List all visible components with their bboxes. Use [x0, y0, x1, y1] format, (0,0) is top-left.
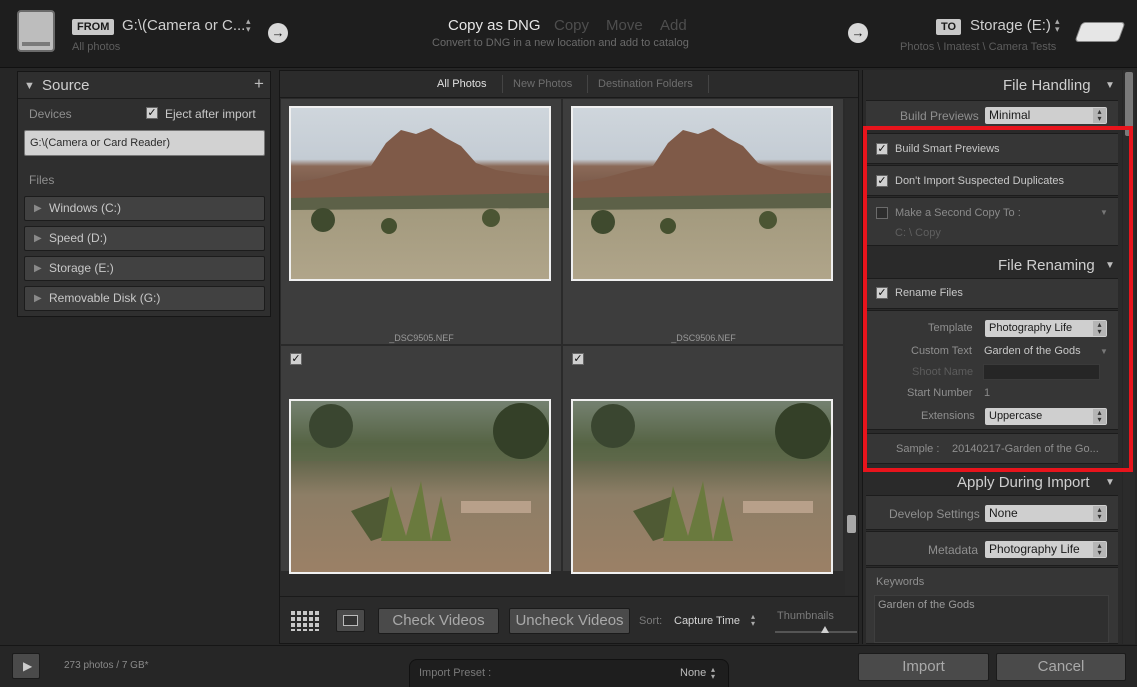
source-panel: ▼ Source + Devices ✓ Eject after import …: [17, 71, 271, 317]
keywords-textarea[interactable]: Garden of the Gods: [874, 595, 1109, 643]
expand-triangle-icon: ▶: [34, 293, 42, 304]
expand-dialog-button[interactable]: ▶: [12, 653, 40, 679]
drive-storage-e[interactable]: ▶ Storage (E:): [24, 256, 265, 281]
loupe-view-icon[interactable]: [336, 609, 365, 632]
add-source-icon[interactable]: +: [254, 74, 264, 94]
metadata-label: Metadata: [928, 543, 979, 557]
to-tag: TO: [936, 19, 962, 35]
hard-drive-icon: [1074, 22, 1126, 42]
develop-settings-label: Develop Settings: [889, 507, 980, 521]
eject-checkbox[interactable]: ✓: [146, 107, 158, 119]
thumbnail-slider-handle[interactable]: [821, 626, 829, 633]
import-header: FROM G:\(Camera or C... ▴ ▾ All photos → …: [0, 0, 1137, 68]
files-label: Files: [29, 173, 55, 187]
sort-updown-icon[interactable]: ▴ ▾: [751, 613, 755, 628]
from-subtitle: All photos: [72, 41, 121, 53]
sort-select[interactable]: Capture Time: [674, 615, 740, 627]
play-triangle-icon: ▶: [23, 659, 33, 673]
expand-triangle-icon: ▶: [34, 263, 42, 274]
import-button[interactable]: Import: [858, 653, 989, 681]
to-destination-select[interactable]: Storage (E:): [970, 17, 1051, 34]
photo-count: 273 photos / 7 GB*: [64, 660, 149, 671]
tab-destination-folders[interactable]: Destination Folders: [598, 78, 693, 90]
source-title: Source: [42, 77, 90, 94]
drive-removable-g[interactable]: ▶ Removable Disk (G:): [24, 286, 265, 311]
check-videos-button[interactable]: Check Videos: [378, 608, 499, 634]
grid-tabs: All Photos New Photos Destination Folder…: [280, 71, 858, 98]
photo-thumbnail[interactable]: [289, 399, 551, 574]
thumbnail-size-slider[interactable]: [775, 631, 857, 633]
photo-thumbnail[interactable]: [571, 399, 833, 574]
photo-grid-area: All Photos New Photos Destination Folder…: [279, 70, 859, 644]
dropdown-updown-icon: ▴ ▾: [1093, 108, 1106, 123]
mode-copy[interactable]: Copy: [554, 17, 589, 34]
file-handling-title: File Handling: [1003, 77, 1091, 94]
from-arrow-button[interactable]: →: [268, 23, 288, 43]
tab-new-photos[interactable]: New Photos: [513, 78, 572, 90]
dropdown-updown-icon: ▴ ▾: [1093, 542, 1106, 557]
cancel-button[interactable]: Cancel: [996, 653, 1126, 681]
expand-triangle-icon: ▶: [34, 203, 42, 214]
import-dialog: FROM G:\(Camera or C... ▴ ▾ All photos → …: [0, 0, 1137, 687]
to-destination-updown-icon[interactable]: ▴ ▾: [1055, 17, 1060, 34]
import-preset-value[interactable]: None: [680, 667, 706, 679]
photo-include-checkbox[interactable]: ✓: [290, 353, 302, 365]
develop-settings-dropdown[interactable]: None ▴ ▾: [985, 505, 1107, 522]
import-preset-bar[interactable]: Import Preset : None ▴ ▾: [409, 659, 729, 687]
photo-filename: _DSC9505.NEF: [389, 333, 454, 343]
keywords-value: Garden of the Gods: [878, 599, 975, 611]
photo-thumbnail[interactable]: [289, 106, 551, 281]
from-source-select[interactable]: G:\(Camera or C...: [122, 17, 245, 34]
grid-view-icon[interactable]: [291, 611, 320, 631]
import-preset-updown-icon[interactable]: ▴ ▾: [711, 666, 715, 681]
build-previews-label: Build Previews: [900, 109, 979, 123]
card-reader-icon: [17, 10, 55, 52]
dropdown-updown-icon: ▴ ▾: [1093, 506, 1106, 521]
highlight-box: [863, 126, 1133, 472]
metadata-row: Metadata Photography Life ▴ ▾: [866, 531, 1118, 566]
keywords-section: Keywords Garden of the Gods: [866, 567, 1118, 644]
photo-cell[interactable]: ✓: [563, 346, 844, 574]
source-collapse-icon[interactable]: ▼: [24, 80, 35, 92]
drive-windows-c[interactable]: ▶ Windows (C:): [24, 196, 265, 221]
to-path: Photos \ Imatest \ Camera Tests: [900, 41, 1057, 53]
import-footer: ▶ 273 photos / 7 GB* Import Preset : Non…: [0, 645, 1137, 687]
photo-cell[interactable]: _DSC9505.NEF: [281, 99, 562, 345]
uncheck-videos-button[interactable]: Uncheck Videos: [509, 608, 630, 634]
import-preset-label: Import Preset :: [419, 667, 492, 679]
device-camera-card-reader[interactable]: G:\(Camera or Card Reader): [24, 130, 265, 156]
photo-thumbnail[interactable]: [571, 106, 833, 281]
mode-copy-as-dng[interactable]: Copy as DNG: [448, 17, 541, 34]
tab-all-photos[interactable]: All Photos: [437, 78, 487, 90]
photo-include-checkbox[interactable]: ✓: [572, 353, 584, 365]
grid-scroll-thumb[interactable]: [847, 515, 856, 533]
drive-speed-d[interactable]: ▶ Speed (D:): [24, 226, 265, 251]
photo-filename: _DSC9506.NEF: [671, 333, 736, 343]
keywords-label: Keywords: [876, 576, 925, 588]
device-name: G:\(Camera or Card Reader): [30, 137, 170, 149]
mode-add[interactable]: Add: [660, 17, 687, 34]
grid-scrollbar[interactable]: [845, 99, 858, 595]
file-handling-collapse-icon[interactable]: ▼: [1105, 80, 1115, 91]
mode-description: Convert to DNG in a new location and add…: [432, 37, 689, 49]
metadata-dropdown[interactable]: Photography Life ▴ ▾: [985, 541, 1107, 558]
expand-triangle-icon: ▶: [34, 233, 42, 244]
from-source-updown-icon[interactable]: ▴ ▾: [246, 17, 251, 34]
thumbnails-label: Thumbnails: [777, 610, 834, 622]
mode-move[interactable]: Move: [606, 17, 643, 34]
build-previews-dropdown[interactable]: Minimal ▴ ▾: [985, 107, 1107, 124]
to-arrow-button[interactable]: →: [848, 23, 868, 43]
photo-cell[interactable]: ✓: [281, 346, 562, 574]
sort-label: Sort:: [639, 615, 663, 627]
grid-toolbar: Check Videos Uncheck Videos Sort: Captur…: [280, 596, 858, 643]
develop-settings-row: Develop Settings None ▴ ▾: [866, 495, 1118, 530]
eject-label: Eject after import: [165, 107, 256, 121]
from-tag: FROM: [72, 19, 115, 35]
photo-cell[interactable]: _DSC9506.NEF: [563, 99, 844, 345]
apply-during-import-title: Apply During Import: [957, 474, 1090, 491]
devices-label: Devices: [29, 107, 72, 121]
apply-during-import-collapse-icon[interactable]: ▼: [1105, 477, 1115, 488]
